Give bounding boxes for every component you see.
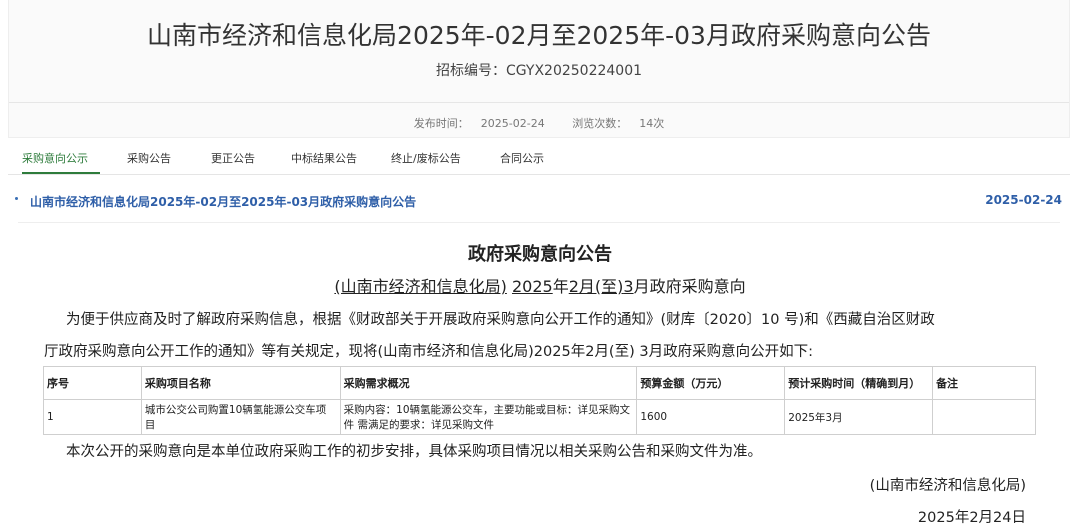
page: 山南市经济和信息化局2025年-02月至2025年-03月政府采购意向公告 招标… bbox=[0, 0, 1080, 532]
publish-info: 发布时间： 2025-02-24 bbox=[408, 117, 551, 130]
views-label: 浏览次数： bbox=[572, 117, 628, 130]
cell-remarks bbox=[932, 399, 1036, 435]
header-expected-time: 预计采购时间（精确到月） bbox=[784, 366, 934, 400]
cell-requirements: 采购内容：10辆氢能源公交车，主要功能或目标：详见采购文件 需满足的要求：详见采… bbox=[339, 399, 638, 435]
bid-number: 招标编号：CGYX20250224001 bbox=[9, 60, 1069, 80]
signature-org: (山南市经济和信息化局) bbox=[869, 478, 1026, 494]
announcement-header: 山南市经济和信息化局2025年-02月至2025年-03月政府采购意向公告 招标… bbox=[8, 0, 1070, 138]
subtitle-mid: 月(至) bbox=[578, 277, 624, 296]
header-requirements: 采购需求概况 bbox=[339, 366, 638, 400]
tab-termination-notice[interactable]: 终止/废标公告 bbox=[391, 150, 461, 166]
publish-date: 2025-02-24 bbox=[480, 117, 545, 130]
header-project-name: 采购项目名称 bbox=[140, 366, 341, 400]
subtitle-year-suffix: 年 bbox=[552, 277, 569, 296]
subtitle-year: 2025 bbox=[511, 277, 553, 296]
cell-project-name: 城市公交公司购置10辆氢能源公交车项目 bbox=[140, 399, 341, 435]
list-divider bbox=[18, 222, 1060, 223]
active-tab-indicator bbox=[22, 172, 100, 174]
list-item-date: 2025-02-24 bbox=[985, 193, 1062, 207]
publish-meta: 发布时间： 2025-02-24 浏览次数： 14次 bbox=[9, 115, 1069, 131]
subtitle-month-end: 3 bbox=[623, 277, 634, 296]
document-title: 政府采购意向公告 bbox=[468, 244, 612, 265]
category-tabs: 采购意向公示 采购公告 更正公告 中标结果公告 终止/废标公告 合同公示 bbox=[8, 146, 1070, 175]
table-header-row: 序号 采购项目名称 采购需求概况 预算金额（万元） 预计采购时间（精确到月） 备… bbox=[43, 366, 1036, 400]
list-item: 山南市经济和信息化局2025年-02月至2025年-03月政府采购意向公告 20… bbox=[8, 193, 1062, 215]
header-index: 序号 bbox=[43, 366, 142, 400]
subtitle-org: (山南市经济和信息化局) bbox=[334, 277, 507, 296]
views-info: 浏览次数： 14次 bbox=[566, 117, 670, 130]
document-subtitle: (山南市经济和信息化局) 2025年2月(至)3月政府采购意向 bbox=[0, 273, 1080, 297]
tab-procurement-intent[interactable]: 采购意向公示 bbox=[22, 150, 88, 166]
subtitle-tail: 月政府采购意向 bbox=[633, 277, 746, 296]
tab-award-result[interactable]: 中标结果公告 bbox=[291, 150, 357, 166]
cell-index: 1 bbox=[43, 399, 142, 435]
header-divider bbox=[9, 102, 1069, 103]
bullet-icon bbox=[15, 197, 18, 200]
subtitle-month-start: 2 bbox=[568, 277, 579, 296]
list-item-link[interactable]: 山南市经济和信息化局2025年-02月至2025年-03月政府采购意向公告 bbox=[30, 193, 416, 210]
tab-procurement-notice[interactable]: 采购公告 bbox=[127, 150, 171, 166]
page-title: 山南市经济和信息化局2025年-02月至2025年-03月政府采购意向公告 bbox=[147, 21, 931, 50]
procurement-intent-table: 序号 采购项目名称 采购需求概况 预算金额（万元） 预计采购时间（精确到月） 备… bbox=[43, 366, 1036, 435]
table-row: 1 城市公交公司购置10辆氢能源公交车项目 采购内容：10辆氢能源公交车，主要功… bbox=[43, 399, 1036, 435]
header-budget: 预算金额（万元） bbox=[636, 366, 786, 400]
cell-expected-time: 2025年3月 bbox=[784, 399, 934, 435]
intro-paragraph-line-2: 厅政府采购意向公开工作的通知》等有关规定，现将(山南市经济和信息化局)2025年… bbox=[44, 344, 813, 360]
bid-number-label: 招标编号： bbox=[435, 63, 506, 79]
intro-paragraph-line-1: 为便于供应商及时了解政府采购信息，根据《财政部关于开展政府采购意向公开工作的通知… bbox=[66, 312, 935, 328]
header-remarks: 备注 bbox=[932, 366, 1036, 400]
signature-date: 2025年2月24日 bbox=[917, 510, 1026, 526]
bid-number-value: CGYX20250224001 bbox=[505, 63, 643, 79]
closing-paragraph: 本次公开的采购意向是本单位政府采购工作的初步安排，具体采购项目情况以相关采购公告… bbox=[66, 444, 762, 460]
cell-budget: 1600 bbox=[636, 399, 786, 435]
views-count: 14次 bbox=[639, 117, 665, 130]
publish-label: 发布时间： bbox=[413, 117, 469, 130]
tab-contract-publicity[interactable]: 合同公示 bbox=[500, 150, 544, 166]
tab-correction-notice[interactable]: 更正公告 bbox=[211, 150, 255, 166]
